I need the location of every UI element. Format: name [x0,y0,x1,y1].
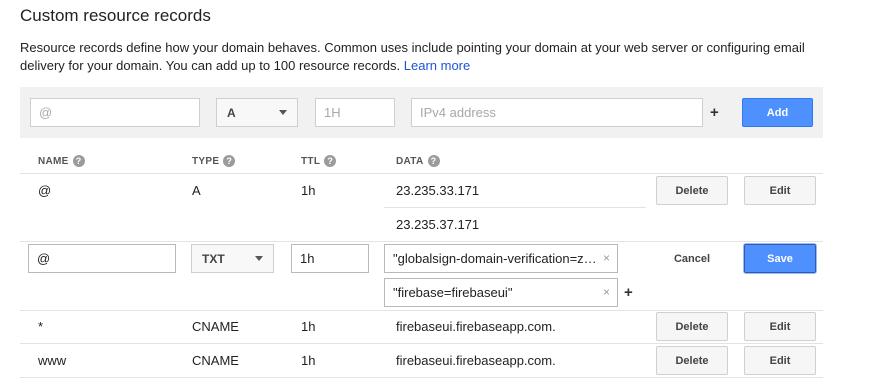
learn-more-link[interactable]: Learn more [404,58,470,73]
record-type: CNAME [192,319,239,334]
help-icon[interactable]: ? [427,155,440,167]
record-ttl: 1h [301,319,316,334]
record-data: firebaseui.firebaseapp.com. [396,353,556,368]
add-data-field-icon[interactable]: + [624,285,633,300]
new-data-input[interactable]: IPv4 address [411,98,703,127]
help-icon[interactable]: ? [72,155,85,167]
delete-button[interactable]: Delete [656,176,728,205]
row-divider [20,241,823,242]
add-data-field-icon[interactable]: + [710,105,719,120]
edit-type-select[interactable]: TXT [191,244,274,273]
record-type: CNAME [192,353,239,368]
chevron-down-icon [255,256,263,261]
new-type-value: A [227,105,236,120]
chevron-down-icon [279,110,287,115]
clear-x-icon[interactable]: × [603,251,610,265]
edit-data-input[interactable]: "firebase=firebaseui" [384,278,618,307]
column-header-type: TYPE ? [192,155,236,167]
table-divider [20,173,823,174]
column-header-name: NAME ? [38,155,85,167]
delete-button[interactable]: Delete [656,312,728,341]
edit-type-value: TXT [202,251,225,266]
row-divider [20,310,823,311]
record-name: www [38,353,67,368]
delete-button[interactable]: Delete [656,346,728,375]
record-data: 23.235.33.171 [396,183,480,198]
cancel-button[interactable]: Cancel [656,244,728,273]
help-icon[interactable]: ? [324,155,337,167]
new-name-input[interactable]: @ [30,98,200,127]
edit-data-input[interactable]: "globalsign-domain-verification=z… [384,244,618,273]
clear-x-icon[interactable]: × [603,285,610,299]
section-title: Custom resource records [20,6,211,25]
record-name: @ [38,183,52,198]
record-ttl: 1h [301,183,316,198]
record-ttl: 1h [301,353,316,368]
edit-name-input[interactable]: @ [28,244,176,273]
new-type-select[interactable]: A [216,98,298,127]
save-button[interactable]: Save [744,244,816,273]
row-divider [20,343,823,344]
add-button[interactable]: Add [742,98,813,127]
column-header-ttl: TTL ? [301,155,337,167]
edit-button[interactable]: Edit [744,176,816,205]
record-data: 23.235.37.171 [396,217,480,232]
help-icon[interactable]: ? [223,155,236,167]
record-type: A [192,183,201,198]
data-divider [384,207,646,208]
new-ttl-input[interactable]: 1H [315,98,395,127]
record-data: firebaseui.firebaseapp.com. [396,319,556,334]
edit-button[interactable]: Edit [744,346,816,375]
column-header-data: DATA ? [396,155,440,167]
record-name: * [38,319,44,334]
edit-ttl-input[interactable]: 1h [291,244,369,273]
edit-button[interactable]: Edit [744,312,816,341]
row-divider [20,377,823,378]
section-description: Resource records define how your domain … [20,39,820,75]
